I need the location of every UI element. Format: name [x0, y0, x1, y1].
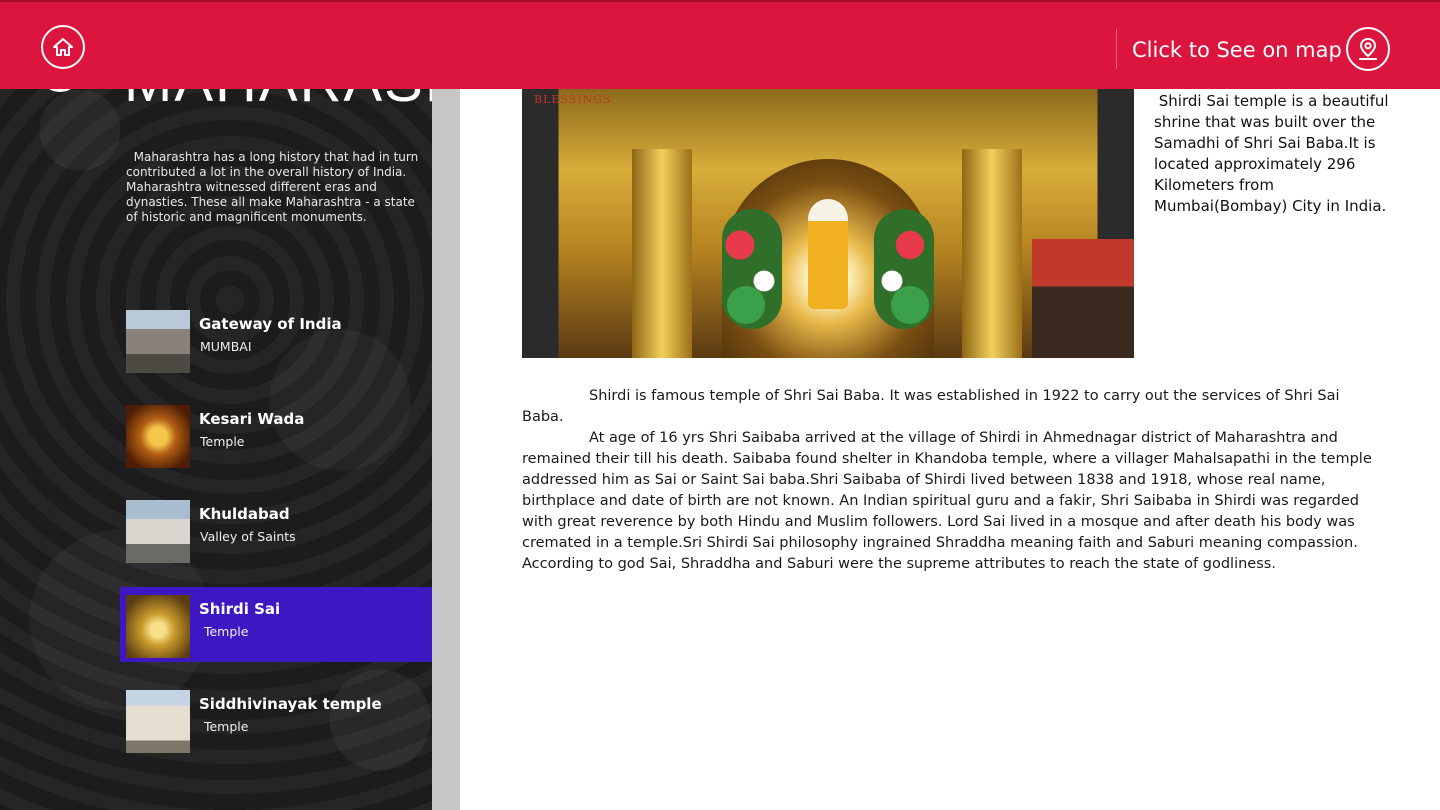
place-subtitle: Temple	[200, 434, 245, 449]
place-item-kesari-wada[interactable]: Kesari Wada Temple	[120, 397, 432, 472]
home-icon	[53, 38, 73, 56]
photo-flowers	[722, 209, 782, 329]
place-subtitle: Temple	[200, 719, 249, 734]
description-paragraph: Shirdi is famous temple of Shri Sai Baba…	[522, 388, 1340, 425]
place-thumbnail	[126, 690, 190, 753]
place-thumbnail	[126, 500, 190, 563]
long-description: Shirdi is famous temple of Shri Sai Baba…	[522, 386, 1374, 575]
place-subtitle: MUMBAI	[200, 339, 252, 354]
place-item-siddhivinayak-temple[interactable]: Siddhivinayak temple Temple	[120, 682, 432, 757]
photo-watermark: BLESSINGS	[534, 93, 612, 106]
place-thumbnail	[126, 310, 190, 373]
home-button[interactable]	[41, 25, 85, 69]
photo-crowd	[1032, 239, 1134, 358]
photo-flowers	[874, 209, 934, 329]
place-name: Gateway of India	[199, 315, 342, 333]
sidebar-scrollbar[interactable]	[432, 0, 460, 810]
place-name: Khuldabad	[199, 505, 290, 523]
place-subtitle: Valley of Saints	[200, 529, 296, 544]
short-description: Shirdi Sai temple is a beautiful shrine …	[1154, 92, 1394, 215]
top-app-bar: Click to See on map	[0, 0, 1440, 89]
header-divider	[1116, 29, 1117, 69]
map-pin-icon	[1359, 37, 1377, 60]
place-name: Shirdi Sai	[199, 600, 281, 618]
place-item-gateway-of-india[interactable]: Gateway of India MUMBAI	[120, 302, 432, 377]
map-button[interactable]	[1346, 27, 1390, 71]
see-on-map-link[interactable]: Click to See on map	[1132, 38, 1342, 62]
temple-photo: BLESSINGS	[522, 89, 1134, 358]
place-item-shirdi-sai[interactable]: Shirdi Sai Temple	[120, 587, 432, 662]
photo-pillar	[962, 149, 1022, 358]
region-description: Maharashtra has a long history that had …	[126, 150, 423, 224]
photo-pillar	[632, 149, 692, 358]
place-item-khuldabad[interactable]: Khuldabad Valley of Saints	[120, 492, 432, 567]
description-paragraph: At age of 16 yrs Shri Saibaba arrived at…	[522, 430, 1372, 572]
sidebar-panel: MAHARASHTRA Maharashtra has a long histo…	[0, 0, 432, 810]
place-thumbnail	[126, 405, 190, 468]
place-list: Gateway of India MUMBAI Kesari Wada Temp…	[120, 302, 432, 777]
place-subtitle: Temple	[200, 624, 249, 639]
photo-idol	[808, 199, 848, 309]
place-name: Siddhivinayak temple	[199, 695, 382, 713]
place-name: Kesari Wada	[199, 410, 305, 428]
place-thumbnail	[126, 595, 190, 658]
